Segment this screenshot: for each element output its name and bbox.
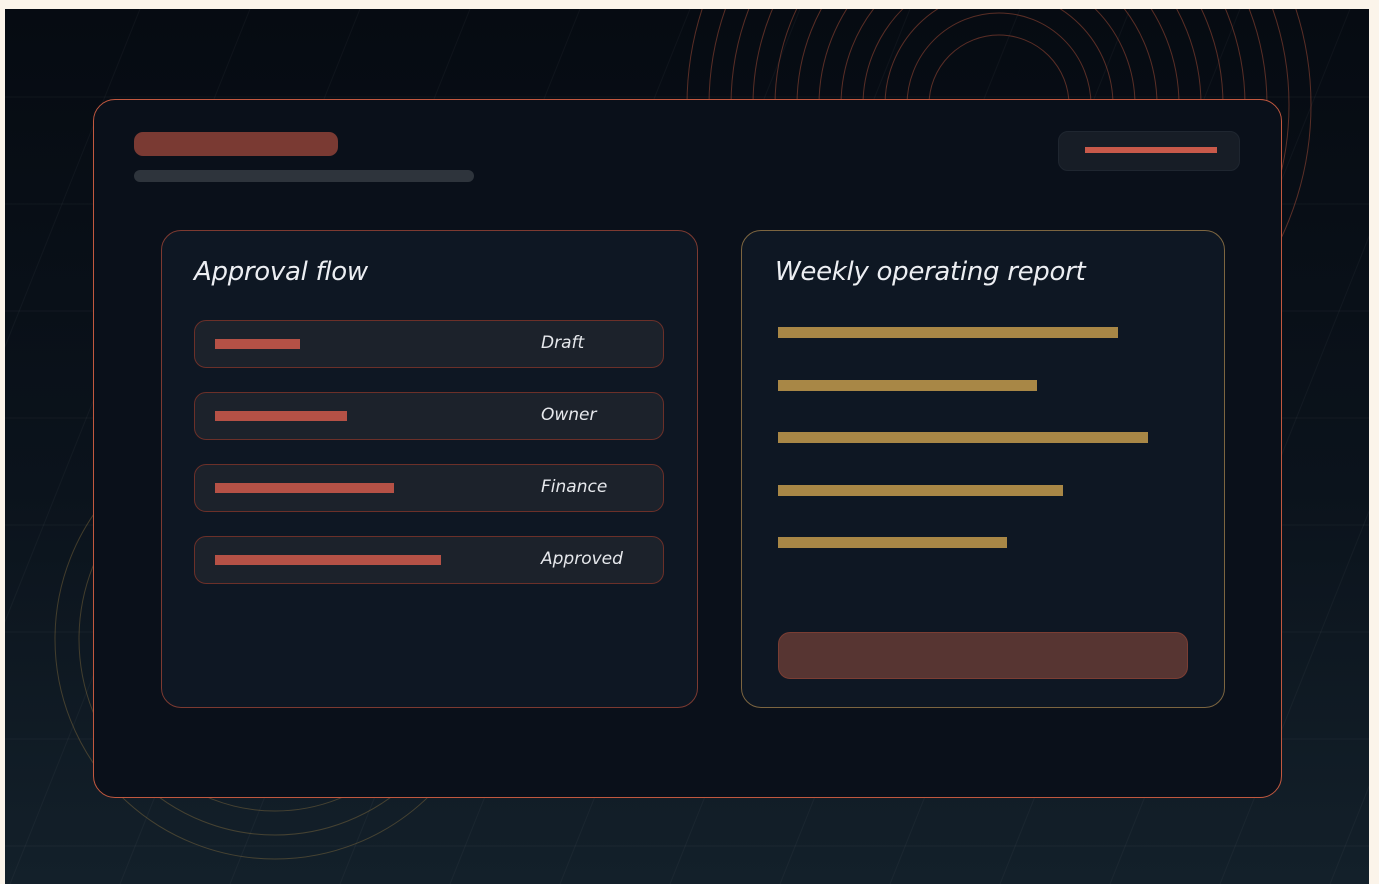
- step-progress-bar: [215, 483, 394, 493]
- approval-step-owner[interactable]: Owner: [194, 392, 664, 440]
- step-progress-bar: [215, 555, 441, 565]
- header-action-label-placeholder: [1085, 147, 1217, 153]
- approval-step-approved[interactable]: Approved: [194, 536, 664, 584]
- report-bar: [778, 432, 1148, 443]
- weekly-report-panel: Weekly operating report: [741, 230, 1225, 708]
- approval-flow-panel: Approval flow Draft Owner Finance Approv…: [161, 230, 698, 708]
- step-progress-bar: [215, 339, 300, 349]
- report-bar: [778, 327, 1118, 338]
- window-subtitle-placeholder: [134, 170, 474, 182]
- step-label: Finance: [541, 477, 608, 497]
- main-window: Approval flow Draft Owner Finance Approv…: [93, 99, 1282, 798]
- step-label: Approved: [541, 549, 623, 569]
- approval-flow-title: Approval flow: [194, 257, 368, 287]
- report-bar: [778, 485, 1063, 496]
- step-progress-bar: [215, 411, 347, 421]
- step-label: Draft: [541, 333, 585, 353]
- approval-step-draft[interactable]: Draft: [194, 320, 664, 368]
- report-bar: [778, 537, 1007, 548]
- approval-step-finance[interactable]: Finance: [194, 464, 664, 512]
- report-action-button[interactable]: [778, 632, 1188, 679]
- app-background: Approval flow Draft Owner Finance Approv…: [5, 9, 1369, 884]
- report-bar: [778, 380, 1037, 391]
- window-title-placeholder: [134, 132, 338, 156]
- step-label: Owner: [541, 405, 597, 425]
- header-action-button[interactable]: [1058, 131, 1240, 171]
- weekly-report-title: Weekly operating report: [775, 257, 1086, 287]
